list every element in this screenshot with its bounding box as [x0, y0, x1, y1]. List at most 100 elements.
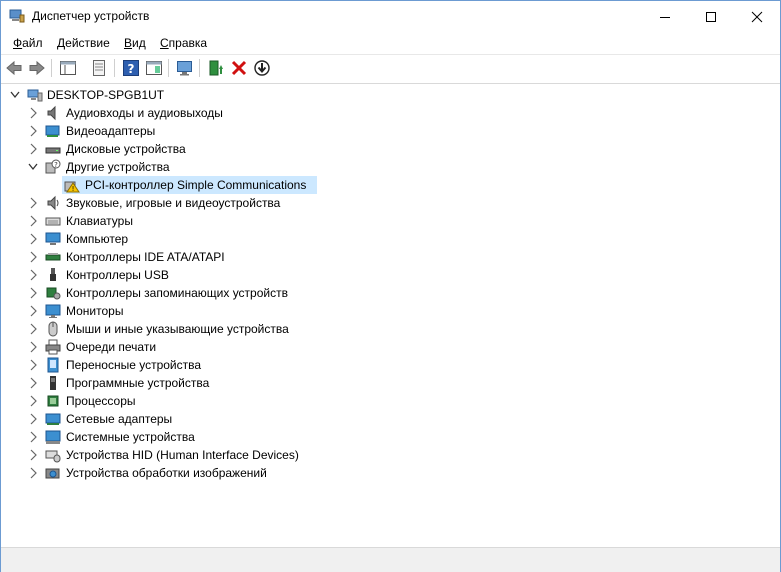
tree-category-row[interactable]: Мыши и иные указывающие устройства: [1, 320, 780, 338]
tree-category-row[interactable]: Процессоры: [1, 392, 780, 410]
ide-controller-icon: [45, 253, 61, 261]
menu-view[interactable]: Вид: [124, 36, 146, 50]
chevron-right-icon[interactable]: [28, 215, 38, 227]
disable-device-icon[interactable]: [253, 59, 271, 77]
tree-item-label: Устройства HID (Human Interface Devices): [66, 448, 299, 462]
minimize-button[interactable]: [642, 1, 688, 32]
menu-action-mnemonic: Д: [57, 36, 66, 50]
printer-icon: [45, 339, 61, 355]
menu-action[interactable]: Действие: [57, 36, 110, 50]
toolbar-separator: [114, 59, 115, 77]
tree-item-label: Очереди печати: [66, 340, 157, 354]
tree-category-row[interactable]: Клавиатуры: [1, 212, 780, 230]
chevron-right-icon[interactable]: [28, 269, 38, 281]
tree-root-row[interactable]: DESKTOP-SPGB1UT: [1, 86, 780, 104]
tree-category-row[interactable]: ? Другие устройства: [1, 158, 780, 176]
chevron-right-icon[interactable]: [28, 395, 38, 407]
tree-item-label: Мыши и иные указывающие устройства: [66, 322, 289, 336]
menu-file-mnemonic: Ф: [13, 36, 23, 50]
keyboard-icon: [45, 217, 61, 226]
tree-item-label: Сетевые адаптеры: [66, 412, 173, 426]
chevron-right-icon[interactable]: [28, 341, 38, 353]
tree-category-row[interactable]: Устройства обработки изображений: [1, 464, 780, 482]
network-adapter-icon: [45, 413, 61, 425]
tree-category-row[interactable]: Системные устройства: [1, 428, 780, 446]
device-manager-app-icon: [9, 9, 25, 23]
close-button[interactable]: [734, 1, 780, 32]
tree-item-label: Устройства обработки изображений: [66, 466, 267, 480]
tree-item-label: PCI-контроллер Simple Communications: [85, 178, 307, 192]
tree-category-row[interactable]: Программные устройства: [1, 374, 780, 392]
tree-category-row[interactable]: Аудиовходы и аудиовыходы: [1, 104, 780, 122]
chevron-right-icon[interactable]: [28, 125, 38, 137]
chevron-right-icon[interactable]: [28, 233, 38, 245]
chevron-right-icon[interactable]: [28, 143, 38, 155]
update-driver-icon[interactable]: [207, 59, 225, 77]
chevron-right-icon[interactable]: [28, 413, 38, 425]
uninstall-device-icon[interactable]: [230, 59, 248, 77]
usb-icon: [50, 268, 56, 281]
chevron-right-icon[interactable]: [28, 359, 38, 371]
tree-item-label: Компьютер: [66, 232, 129, 246]
tree-category-row[interactable]: Контроллеры запоминающих устройств: [1, 284, 780, 302]
chevron-right-icon[interactable]: [28, 251, 38, 263]
show-hide-tree-icon[interactable]: [59, 59, 77, 77]
chevron-right-icon[interactable]: [28, 287, 38, 299]
chevron-right-icon[interactable]: [28, 467, 38, 479]
action-pane-icon[interactable]: [145, 59, 163, 77]
device-tree[interactable]: DESKTOP-SPGB1UT Аудиовходы и аудиовыходы…: [1, 83, 780, 545]
tree-root-label: DESKTOP-SPGB1UT: [47, 88, 165, 102]
menu-file[interactable]: Файл: [13, 36, 43, 50]
maximize-button[interactable]: [688, 1, 734, 32]
tree-child-row[interactable]: ! PCI-контроллер Simple Communications: [1, 176, 780, 194]
tree-category-row[interactable]: Устройства HID (Human Interface Devices): [1, 446, 780, 464]
menu-action-label: ействие: [65, 36, 110, 50]
help-icon[interactable]: ?: [122, 59, 140, 77]
properties-icon[interactable]: [90, 59, 108, 77]
monitor-icon: [45, 304, 61, 318]
tree-item-label: Переносные устройства: [66, 358, 202, 372]
menu-file-label: айл: [22, 36, 43, 50]
chevron-right-icon[interactable]: [28, 305, 38, 317]
chevron-right-icon[interactable]: [28, 197, 38, 209]
tree-category-row[interactable]: Переносные устройства: [1, 356, 780, 374]
toolbar: ?: [1, 54, 780, 84]
hid-icon: [45, 450, 61, 463]
menu-view-label: ид: [132, 36, 146, 50]
tree-category-row[interactable]: Контроллеры IDE ATA/ATAPI: [1, 248, 780, 266]
chevron-right-icon[interactable]: [28, 431, 38, 443]
toolbar-separator: [199, 59, 200, 77]
portable-device-icon: [47, 357, 59, 373]
chevron-right-icon[interactable]: [28, 107, 38, 119]
sound-icon: [47, 195, 59, 211]
tree-item-label: Звуковые, игровые и видеоустройства: [66, 196, 281, 210]
tree-category-row[interactable]: Сетевые адаптеры: [1, 410, 780, 428]
tree-item-label: Видеоадаптеры: [66, 124, 156, 138]
chevron-down-icon[interactable]: [10, 89, 20, 101]
chevron-down-icon[interactable]: [28, 161, 38, 173]
tree-category-row[interactable]: Звуковые, игровые и видеоустройства: [1, 194, 780, 212]
mouse-icon: [48, 321, 58, 337]
tree-item-label: Контроллеры USB: [66, 268, 169, 282]
scan-hardware-icon[interactable]: [176, 59, 194, 77]
computer-root-icon: [27, 89, 43, 102]
tree-category-row[interactable]: Очереди печати: [1, 338, 780, 356]
tree-category-row[interactable]: Дисковые устройства: [1, 140, 780, 158]
tree-category-row[interactable]: Видеоадаптеры: [1, 122, 780, 140]
tree-category-row[interactable]: Контроллеры USB: [1, 266, 780, 284]
imaging-device-icon: [45, 468, 60, 479]
forward-arrow-icon[interactable]: [28, 59, 46, 77]
tree-category-row[interactable]: Компьютер: [1, 230, 780, 248]
chevron-right-icon[interactable]: [28, 449, 38, 461]
toolbar-separator: [51, 59, 52, 77]
chevron-right-icon[interactable]: [28, 377, 38, 389]
warning-device-icon: !: [64, 181, 80, 193]
menu-help[interactable]: Справка: [160, 36, 207, 50]
tree-category-row[interactable]: Мониторы: [1, 302, 780, 320]
title-bar[interactable]: Диспетчер устройств: [1, 1, 780, 32]
close-icon: [751, 11, 763, 22]
tree-item-label: Аудиовходы и аудиовыходы: [66, 106, 223, 120]
chevron-right-icon[interactable]: [28, 323, 38, 335]
system-device-icon: [45, 430, 61, 444]
back-arrow-icon[interactable]: [5, 59, 23, 77]
